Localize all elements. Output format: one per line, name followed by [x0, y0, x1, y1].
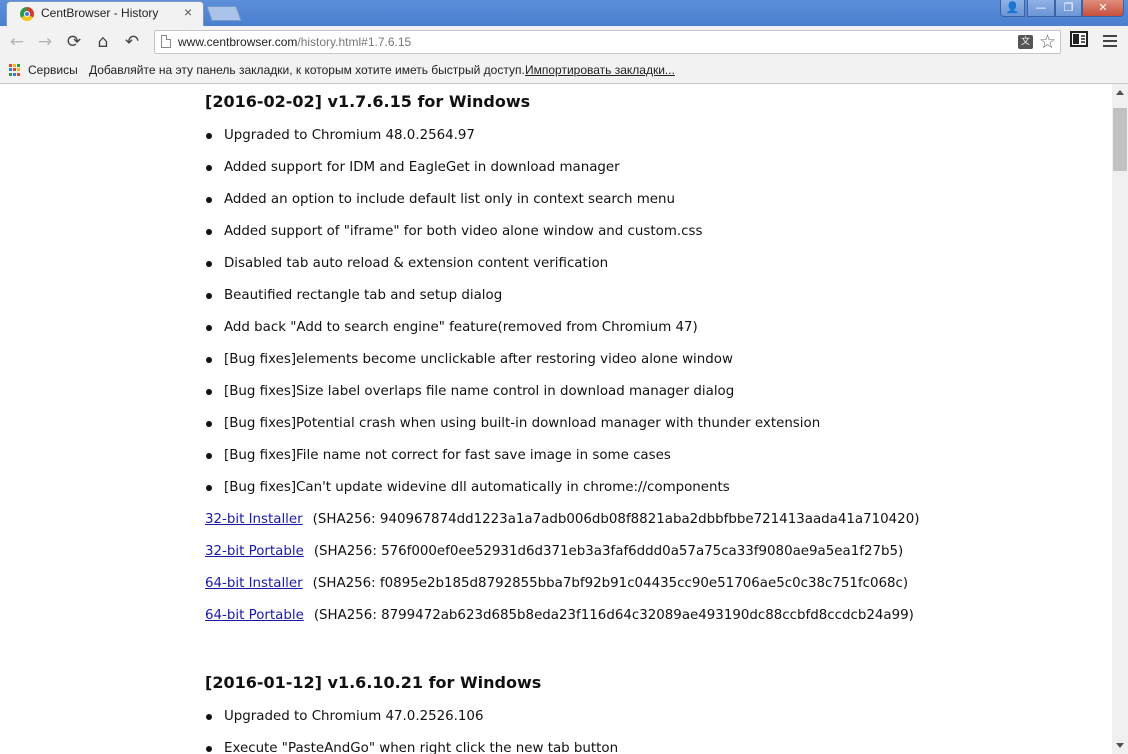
release-note-item: Added support for IDM and EagleGet in do… [205, 159, 820, 191]
navigation-toolbar: ← → ⟳ ⌂ ↶ www.centbrowser.com/history.ht… [0, 26, 1128, 58]
apps-grid-dot [13, 68, 16, 72]
undo-close-tab-icon[interactable]: ↶ [121, 31, 143, 53]
release-note-item: Upgraded to Chromium 48.0.2564.97 [205, 127, 820, 159]
new-tab-button[interactable] [206, 6, 242, 21]
bookmark-star-icon[interactable]: ☆ [1039, 31, 1056, 53]
centbrowser-logo-icon [20, 7, 34, 21]
release-note-item: Add back "Add to search engine" feature(… [205, 319, 820, 351]
download-item: 64-bit Installer (SHA256: f0895e2b185d879… [205, 575, 919, 607]
apps-grid-dot [9, 68, 12, 72]
page-content: [2016-02-02] v1.7.6.15 for Windows Upgra… [0, 84, 1112, 754]
back-arrow-icon[interactable]: ← [6, 31, 28, 53]
translate-icon[interactable]: 文 [1018, 35, 1033, 49]
download-link-32bit-installer[interactable]: 32-bit Installer [205, 512, 303, 527]
sha256-hash: (SHA256: 940967874dd1223a1a7adb006db08f8… [312, 512, 920, 527]
downloads-list: 32-bit Installer (SHA256: 940967874dd1223… [205, 511, 919, 639]
sha256-hash: (SHA256: f0895e2b185d8792855bba7bf92b91c… [312, 576, 909, 591]
tab-close-button[interactable]: × [184, 4, 192, 20]
download-item: 32-bit Installer (SHA256: 940967874dd1223… [205, 511, 919, 543]
address-bar[interactable]: www.centbrowser.com/history.html#1.7.6.1… [154, 30, 1061, 54]
release-notes-list: Upgraded to Chromium 48.0.2564.97 Added … [205, 127, 820, 511]
release-note-item: Added support of "iframe" for both video… [205, 223, 820, 255]
sha256-hash: (SHA256: 8799472ab623d685b8eda23f116d64c… [313, 608, 914, 623]
release-title: [2016-01-12] v1.6.10.21 for Windows [205, 673, 542, 692]
release-note-item: [Bug fixes]Size label overlaps file name… [205, 383, 820, 415]
close-window-button[interactable]: ✕ [1082, 0, 1124, 17]
release-note-item: Disabled tab auto reload & extension con… [205, 255, 820, 287]
apps-grid-dot [17, 68, 20, 72]
user-profile-button[interactable]: 👤 [1000, 0, 1025, 17]
apps-shortcut-label[interactable]: Сервисы [28, 63, 78, 77]
tab-history[interactable]: CentBrowser - History × [6, 1, 204, 26]
download-item: 32-bit Portable (SHA256: 576f000ef0ee5293… [205, 543, 919, 575]
tab-title: CentBrowser - History [41, 6, 159, 20]
apps-grid-dot [9, 72, 12, 76]
apps-grid-dot [17, 64, 20, 67]
download-link-32bit-portable[interactable]: 32-bit Portable [205, 544, 304, 559]
apps-grid-dot [9, 64, 12, 67]
main-menu-icon[interactable] [1103, 35, 1117, 50]
reload-icon[interactable]: ⟳ [63, 31, 85, 53]
apps-grid-dot [13, 64, 16, 67]
sha256-hash: (SHA256: 576f000ef0ee52931d6d371eb3a3faf… [313, 544, 904, 559]
download-link-64bit-installer[interactable]: 64-bit Installer [205, 576, 303, 591]
bookmarks-bar: Сервисы Добавляйте на эту панель закладк… [0, 58, 1128, 84]
maximize-button[interactable]: ❐ [1055, 0, 1082, 17]
reader-mode-icon[interactable] [1070, 31, 1088, 47]
release-note-item: Beautified rectangle tab and setup dialo… [205, 287, 820, 319]
apps-grid-dot [13, 72, 16, 76]
release-note-item: [Bug fixes]Potential crash when using bu… [205, 415, 820, 447]
release-note-item: Upgraded to Chromium 47.0.2526.106 [205, 708, 618, 740]
scroll-down-arrow-icon[interactable] [1116, 743, 1124, 748]
release-note-item: [Bug fixes]File name not correct for fas… [205, 447, 820, 479]
scroll-up-arrow-icon[interactable] [1116, 90, 1124, 95]
window-title-bar: CentBrowser - History × 👤 — ❐ ✕ [0, 0, 1128, 26]
page-icon [161, 35, 171, 48]
release-note-item: Added an option to include default list … [205, 191, 820, 223]
bookmarks-hint-text: Добавляйте на эту панель закладки, к кот… [89, 63, 525, 77]
import-bookmarks-link[interactable]: Импортировать закладки... [525, 63, 675, 77]
vertical-scrollbar[interactable] [1112, 84, 1128, 754]
release-notes-list: Upgraded to Chromium 47.0.2526.106 Execu… [205, 708, 618, 754]
minimize-button[interactable]: — [1027, 0, 1055, 17]
scrollbar-thumb[interactable] [1113, 108, 1127, 171]
release-title: [2016-02-02] v1.7.6.15 for Windows [205, 92, 531, 111]
url-path: /history.html#1.7.6.15 [297, 35, 412, 49]
download-link-64bit-portable[interactable]: 64-bit Portable [205, 608, 304, 623]
release-note-item: [Bug fixes]elements become unclickable a… [205, 351, 820, 383]
release-note-item: Execute "PasteAndGo" when right click th… [205, 740, 618, 754]
apps-grid-icon[interactable] [9, 64, 21, 76]
release-note-item: [Bug fixes]Can't update widevine dll aut… [205, 479, 820, 511]
apps-grid-dot [17, 72, 20, 76]
home-icon[interactable]: ⌂ [92, 31, 114, 53]
url-text[interactable]: www.centbrowser.com/history.html#1.7.6.1… [178, 35, 411, 49]
download-item: 64-bit Portable (SHA256: 8799472ab623d685… [205, 607, 919, 639]
url-host: www.centbrowser.com [178, 35, 298, 49]
forward-arrow-icon[interactable]: → [34, 31, 56, 53]
